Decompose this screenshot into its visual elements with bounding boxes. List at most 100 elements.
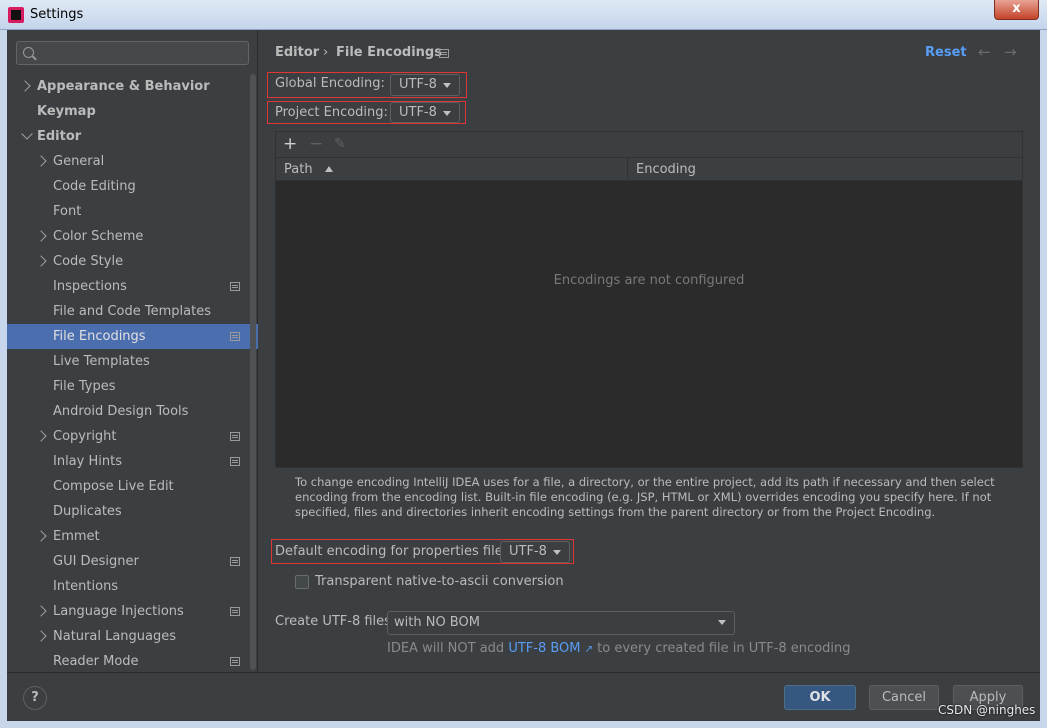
bom-note-suffix: to every created file in UTF-8 encoding — [597, 641, 851, 656]
sidebar-item-label: Natural Languages — [53, 629, 177, 644]
table-body[interactable]: Encodings are not configured — [276, 181, 1022, 467]
project-encoding-combo[interactable]: UTF-8 — [390, 102, 460, 123]
sidebar-item-color-scheme[interactable]: Color Scheme — [7, 224, 258, 249]
window-titlebar: Settings x — [0, 0, 1047, 30]
chevron-down-icon — [443, 83, 451, 88]
properties-encoding-value: UTF-8 — [509, 544, 547, 559]
chevron-right-icon — [35, 630, 47, 642]
sidebar-item-reader-mode[interactable]: Reader Mode — [7, 649, 258, 674]
properties-encoding-label: Default encoding for properties files: — [275, 544, 514, 559]
sidebar-item-intentions[interactable]: Intentions — [7, 574, 258, 599]
sidebar-item-file-types[interactable]: File Types — [7, 374, 258, 399]
utf8-bom-link[interactable]: UTF-8 BOM — [508, 641, 580, 656]
breadcrumb-parent[interactable]: Editor — [275, 45, 319, 60]
chevron-right-icon — [35, 605, 47, 617]
sidebar-item-label: Emmet — [53, 529, 100, 544]
sidebar-item-appearance-behavior[interactable]: Appearance & Behavior — [7, 74, 258, 99]
project-level-icon — [230, 332, 240, 341]
dialog-button-bar: ? OK Cancel Apply — [7, 672, 1040, 721]
sidebar-item-language-injections[interactable]: Language Injections — [7, 599, 258, 624]
sidebar-item-file-code-templates[interactable]: File and Code Templates — [7, 299, 258, 324]
column-header-label: Encoding — [636, 162, 696, 177]
sidebar-item-label: File Types — [53, 379, 116, 394]
sidebar-item-copyright[interactable]: Copyright — [7, 424, 258, 449]
sidebar-item-gui-designer[interactable]: GUI Designer — [7, 549, 258, 574]
global-encoding-value: UTF-8 — [399, 77, 437, 92]
sidebar-item-label: Font — [53, 204, 82, 219]
project-level-icon — [230, 457, 240, 466]
chevron-down-icon — [553, 550, 561, 555]
sidebar-item-label: General — [53, 154, 105, 169]
create-utf8-label: Create UTF-8 files: — [275, 614, 396, 629]
chevron-down-icon — [21, 128, 33, 140]
project-encoding-value: UTF-8 — [399, 105, 437, 120]
sidebar-item-keymap[interactable]: Keymap — [7, 99, 258, 124]
sidebar-item-android-design-tools[interactable]: Android Design Tools — [7, 399, 258, 424]
project-level-icon — [230, 657, 240, 666]
project-level-icon — [230, 607, 240, 616]
sidebar-item-editor[interactable]: Editor — [7, 124, 258, 149]
column-header-encoding[interactable]: Encoding — [627, 158, 1022, 181]
chevron-down-icon — [443, 111, 451, 116]
properties-encoding-combo[interactable]: UTF-8 — [500, 541, 570, 563]
cancel-button[interactable]: Cancel — [869, 685, 939, 710]
sidebar-item-label: Editor — [37, 129, 82, 144]
sidebar-item-label: Color Scheme — [53, 229, 144, 244]
chevron-down-icon — [718, 620, 726, 625]
sidebar-item-code-style[interactable]: Code Style — [7, 249, 258, 274]
bom-note: IDEA will NOT add UTF-8 BOM ↗ to every c… — [387, 641, 851, 656]
chevron-right-icon — [35, 430, 47, 442]
sidebar-item-label: Inlay Hints — [53, 454, 122, 469]
sidebar-item-label: Live Templates — [53, 354, 150, 369]
reset-link[interactable]: Reset — [925, 45, 967, 60]
help-button[interactable]: ? — [23, 686, 47, 710]
sidebar-item-general[interactable]: General — [7, 149, 258, 174]
sidebar-item-emmet[interactable]: Emmet — [7, 524, 258, 549]
chevron-right-icon — [35, 230, 47, 242]
sidebar-item-label: Compose Live Edit — [53, 479, 174, 494]
chevron-right-icon — [19, 80, 31, 92]
project-level-icon — [439, 49, 449, 58]
ok-button[interactable]: OK — [784, 685, 856, 710]
settings-search-input[interactable] — [16, 41, 249, 65]
sidebar-item-label: Keymap — [37, 104, 96, 119]
sidebar-item-label: File and Code Templates — [53, 304, 211, 319]
project-level-icon — [230, 557, 240, 566]
breadcrumb-separator: › — [323, 45, 329, 60]
table-toolbar: + − ✎ — [276, 132, 1022, 157]
transparent-conversion-checkbox[interactable] — [295, 575, 309, 589]
global-encoding-combo[interactable]: UTF-8 — [390, 74, 460, 96]
sidebar-item-live-templates[interactable]: Live Templates — [7, 349, 258, 374]
sidebar-item-label: Code Editing — [53, 179, 136, 194]
page-title: File Encodings — [336, 45, 442, 60]
sidebar-item-inlay-hints[interactable]: Inlay Hints — [7, 449, 258, 474]
sidebar-item-natural-languages[interactable]: Natural Languages — [7, 624, 258, 649]
forward-arrow-icon[interactable]: → — [1004, 43, 1017, 61]
sidebar-item-code-editing[interactable]: Code Editing — [7, 174, 258, 199]
intellij-app-icon — [8, 7, 24, 23]
remove-icon[interactable]: − — [309, 134, 323, 154]
search-icon — [23, 47, 34, 58]
window-title: Settings — [30, 7, 84, 22]
sidebar-item-duplicates[interactable]: Duplicates — [7, 499, 258, 524]
settings-sidebar: Appearance & Behavior Keymap Editor Gene… — [7, 30, 258, 672]
sidebar-item-label: Android Design Tools — [53, 404, 189, 419]
sidebar-item-label: Inspections — [53, 279, 127, 294]
sidebar-item-compose-live-edit[interactable]: Compose Live Edit — [7, 474, 258, 499]
project-level-icon — [230, 432, 240, 441]
sidebar-scrollbar[interactable] — [250, 74, 256, 670]
window-close-button[interactable]: x — [994, 0, 1039, 20]
sidebar-item-inspections[interactable]: Inspections — [7, 274, 258, 299]
sidebar-item-label: File Encodings — [53, 329, 146, 344]
project-encoding-label: Project Encoding: — [275, 105, 388, 120]
column-header-label: Path — [284, 162, 313, 177]
edit-icon[interactable]: ✎ — [334, 134, 346, 154]
sidebar-item-font[interactable]: Font — [7, 199, 258, 224]
sidebar-item-file-encodings[interactable]: File Encodings — [7, 324, 258, 349]
sidebar-item-label: GUI Designer — [53, 554, 139, 569]
column-header-path[interactable]: Path — [276, 158, 627, 181]
back-arrow-icon[interactable]: ← — [978, 43, 991, 61]
add-icon[interactable]: + — [283, 134, 297, 154]
transparent-conversion-label[interactable]: Transparent native-to-ascii conversion — [315, 574, 564, 589]
create-utf8-combo[interactable]: with NO BOM — [387, 611, 735, 635]
